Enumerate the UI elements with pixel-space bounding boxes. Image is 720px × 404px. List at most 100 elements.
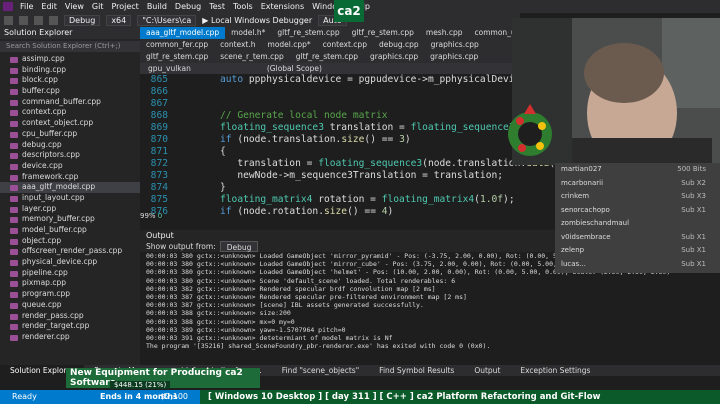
menu-file[interactable]: File: [16, 2, 37, 11]
menu-view[interactable]: View: [61, 2, 88, 11]
editor-tab[interactable]: context.cpp: [317, 39, 373, 51]
editor-tab[interactable]: aaa_gltf_model.cpp: [140, 27, 226, 39]
config-dropdown[interactable]: Debug: [64, 14, 101, 26]
cpp-file-icon: [10, 121, 18, 128]
zoom-level[interactable]: 99%: [140, 212, 156, 220]
run-button[interactable]: ▶ Local Windows Debugger: [202, 16, 312, 25]
code-line[interactable]: 869 floating_sequence3 translation = floa…: [140, 122, 521, 134]
code-line[interactable]: 874}: [140, 182, 520, 194]
countdown-text: Ends in 4 months: [100, 392, 178, 401]
solution-file-item[interactable]: model_buffer.cpp: [0, 225, 140, 236]
solution-file-item[interactable]: descriptors.cpp: [0, 150, 140, 161]
menu-build[interactable]: Build: [143, 2, 171, 11]
scope-dropdown[interactable]: (Global Scope): [259, 63, 330, 74]
solution-file-label: buffer.cpp: [22, 86, 60, 96]
solution-file-item[interactable]: program.cpp: [0, 289, 140, 300]
menu-extensions[interactable]: Extensions: [257, 2, 308, 11]
solution-file-item[interactable]: context_object.cpp: [0, 118, 140, 129]
code-line[interactable]: 867: [140, 98, 520, 110]
solution-file-item[interactable]: pipeline.cpp: [0, 268, 140, 279]
menu-test[interactable]: Test: [205, 2, 229, 11]
solution-file-item[interactable]: offscreen_render_pass.cpp: [0, 246, 140, 257]
code-line[interactable]: 866: [140, 86, 520, 98]
solution-file-item[interactable]: buffer.cpp: [0, 86, 140, 97]
solution-file-item[interactable]: framework.cpp: [0, 172, 140, 183]
line-number: 873: [150, 170, 168, 181]
output-source-dropdown[interactable]: Debug: [219, 241, 259, 252]
solution-file-item[interactable]: context.cpp: [0, 107, 140, 118]
code-line[interactable]: 868 // Generate local node matrix: [140, 110, 520, 122]
solution-file-item[interactable]: assimp.cpp: [0, 54, 140, 65]
bottom-tab[interactable]: Exception Settings: [510, 365, 600, 376]
solution-file-item[interactable]: block.cpp: [0, 75, 140, 86]
cpp-file-icon: [10, 260, 18, 267]
editor-tab[interactable]: model.cpp*: [262, 39, 317, 51]
editor-tab[interactable]: graphics.cpp: [424, 51, 484, 63]
editor-tab[interactable]: graphics.cpp: [425, 39, 485, 51]
code-line[interactable]: 865 auto ppphysicaldevice = pgpudevice->m…: [140, 74, 526, 86]
chat-row: zombieschandmaul: [555, 217, 720, 231]
solution-explorer: Solution Explorer Search Solution Explor…: [0, 27, 140, 365]
bottom-tab[interactable]: Find "scene_objects": [272, 365, 369, 376]
solution-file-item[interactable]: queue.cpp: [0, 300, 140, 311]
line-number: 867: [150, 98, 168, 109]
undo-icon[interactable]: [49, 15, 58, 25]
editor-tab[interactable]: scene_r_tem.cpp: [214, 51, 290, 63]
solution-file-label: assimp.cpp: [22, 54, 65, 63]
menu-debug[interactable]: Debug: [171, 2, 205, 11]
editor-tab[interactable]: gltf_re_stem.cpp: [290, 51, 364, 63]
solution-file-item[interactable]: debug.cpp: [0, 140, 140, 151]
code-line[interactable]: 873 newNode->m_sequence3Translation = tr…: [140, 170, 520, 182]
solution-file-label: physical_device.cpp: [22, 257, 98, 267]
menu-project[interactable]: Project: [107, 2, 142, 11]
solution-file-item[interactable]: physical_device.cpp: [0, 257, 140, 268]
code-line[interactable]: 871 {: [140, 146, 520, 158]
solution-file-label: input_layout.cpp: [22, 192, 85, 202]
error-count[interactable]: 0: [158, 212, 162, 220]
forward-icon[interactable]: [19, 15, 28, 25]
editor-tab[interactable]: debug.cpp: [373, 39, 425, 51]
solution-file-item[interactable]: object.cpp: [0, 236, 140, 247]
code-editor[interactable]: 865 auto ppphysicaldevice = pgpudevice->m…: [140, 74, 573, 232]
cpp-file-icon: [10, 163, 18, 170]
editor-tab[interactable]: mesh.cpp: [420, 27, 469, 39]
editor-tab[interactable]: common_fer.cpp: [140, 39, 214, 51]
solution-file-item[interactable]: cpu_buffer.cpp: [0, 129, 140, 140]
editor-tab[interactable]: gltf_re_stem.cpp: [346, 27, 420, 39]
cpp-file-icon: [10, 249, 18, 256]
visual-studio-icon: [3, 2, 13, 11]
bottom-tab[interactable]: Output: [464, 365, 510, 376]
solution-file-label: memory_buffer.cpp: [22, 214, 95, 224]
solution-file-item[interactable]: input_layout.cpp: [0, 193, 140, 204]
bottom-tab[interactable]: Find Symbol Results: [369, 365, 464, 376]
solution-file-item[interactable]: layer.cpp: [0, 204, 140, 215]
solution-file-item[interactable]: memory_buffer.cpp: [0, 214, 140, 225]
editor-tab[interactable]: graphics.cpp: [364, 51, 424, 63]
code-line[interactable]: 875 floating_matrix4 rotation = floating_…: [140, 194, 520, 206]
editor-tab[interactable]: model.h*: [225, 27, 271, 39]
solution-file-item[interactable]: render_pass.cpp: [0, 311, 140, 322]
solution-file-item[interactable]: render_target.cpp: [0, 321, 140, 332]
menu-git[interactable]: Git: [88, 2, 108, 11]
back-icon[interactable]: [4, 15, 13, 25]
line-number: 865: [150, 74, 168, 85]
startup-path-dropdown[interactable]: "C:\Users\ca: [137, 14, 197, 26]
solution-file-item[interactable]: binding.cpp: [0, 65, 140, 76]
editor-tab[interactable]: context.h: [214, 39, 261, 51]
solution-file-item[interactable]: renderer.cpp: [0, 332, 140, 343]
cpp-file-icon: [10, 206, 18, 213]
solution-search-input[interactable]: Search Solution Explorer (Ctrl+;): [0, 41, 140, 52]
solution-file-item[interactable]: aaa_gltf_model.cpp: [0, 182, 140, 193]
menu-edit[interactable]: Edit: [37, 2, 61, 11]
solution-file-item[interactable]: pixmap.cpp: [0, 278, 140, 289]
save-icon[interactable]: [34, 15, 43, 25]
project-dropdown[interactable]: gpu_vulkan: [140, 63, 199, 74]
code-line[interactable]: 872 translation = floating_sequence3(nod…: [140, 158, 573, 170]
editor-tab[interactable]: gltf_re_stem.cpp: [271, 27, 345, 39]
editor-tab[interactable]: gltf_re_stem.cpp: [140, 51, 214, 63]
solution-file-item[interactable]: device.cpp: [0, 161, 140, 172]
solution-file-item[interactable]: command_buffer.cpp: [0, 97, 140, 108]
menu-tools[interactable]: Tools: [229, 2, 257, 11]
platform-dropdown[interactable]: x64: [106, 14, 132, 26]
code-line[interactable]: 870 if (node.translation.size() == 3): [140, 134, 520, 146]
